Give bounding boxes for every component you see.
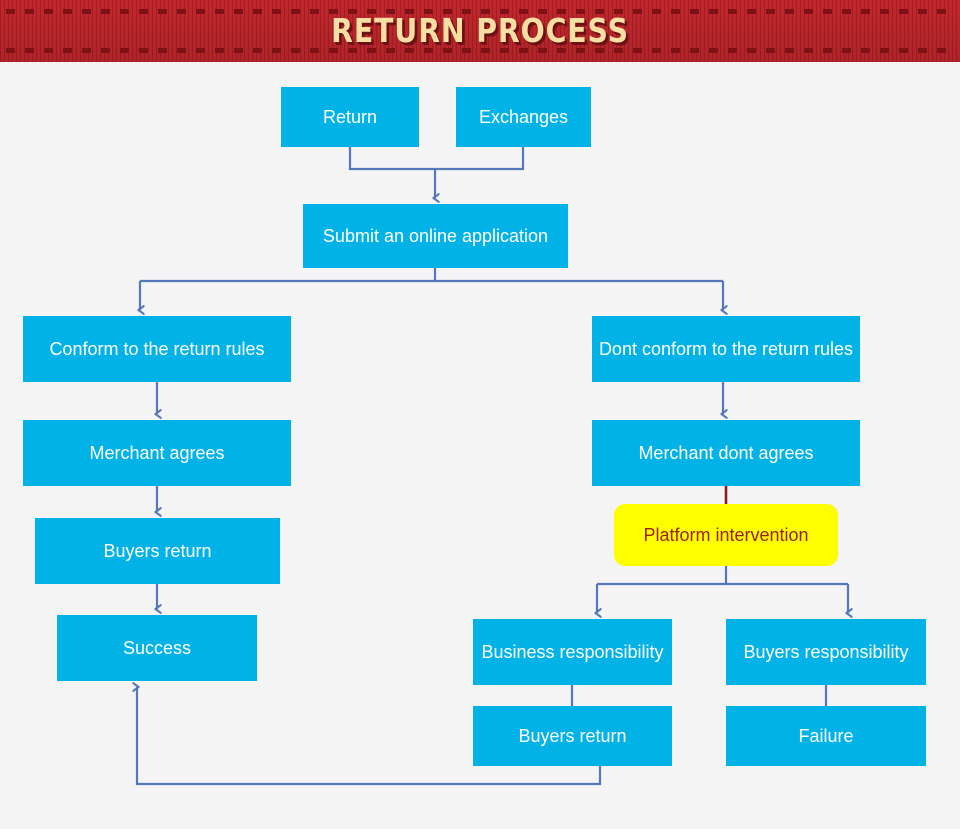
node-label: Buyers responsibility [743,642,909,662]
edge-return-to-submit [348,147,435,171]
node-submit-application[interactable]: Submit an online application [303,204,568,268]
node-return[interactable]: Return [281,87,419,147]
node-label: Merchant dont agrees [638,443,814,463]
node-conform-to-return-rules[interactable]: Conform to the return rules [23,316,291,382]
node-merchant-dont-agrees[interactable]: Merchant dont agrees [592,420,860,486]
node-label: Merchant agrees [89,443,225,463]
node-business-responsibility[interactable]: Business responsibility [473,619,672,685]
node-label: Conform to the return rules [49,339,265,359]
edge-exchanges-to-submit [435,147,525,171]
node-buyers-return-right[interactable]: Buyers return [473,706,672,766]
node-label: Dont conform to the return rules [598,339,854,359]
node-merchant-agrees[interactable]: Merchant agrees [23,420,291,486]
node-label: Return [322,107,378,127]
flowchart-canvas: Return Exchanges Submit an online applic… [0,62,960,829]
node-label: Business responsibility [481,642,664,662]
node-failure[interactable]: Failure [726,706,926,766]
node-success[interactable]: Success [57,615,257,681]
node-label: Success [122,638,192,658]
node-platform-intervention[interactable]: Platform intervention [614,504,838,566]
node-label: Buyers return [518,726,627,746]
node-label: Exchanges [478,107,569,127]
node-label: Platform intervention [643,525,809,545]
node-label: Failure [798,726,854,746]
node-exchanges[interactable]: Exchanges [456,87,591,147]
node-dont-conform-to-return-rules[interactable]: Dont conform to the return rules [592,316,860,382]
flowchart-page: RETURN PROCESS Return Exchanges Submit a… [0,0,960,829]
page-title: RETURN PROCESS [331,11,629,50]
header-banner: RETURN PROCESS [0,0,960,72]
node-buyers-return-left[interactable]: Buyers return [35,518,280,584]
node-label: Submit an online application [322,226,549,246]
node-label: Buyers return [103,541,212,561]
node-buyers-responsibility[interactable]: Buyers responsibility [726,619,926,685]
